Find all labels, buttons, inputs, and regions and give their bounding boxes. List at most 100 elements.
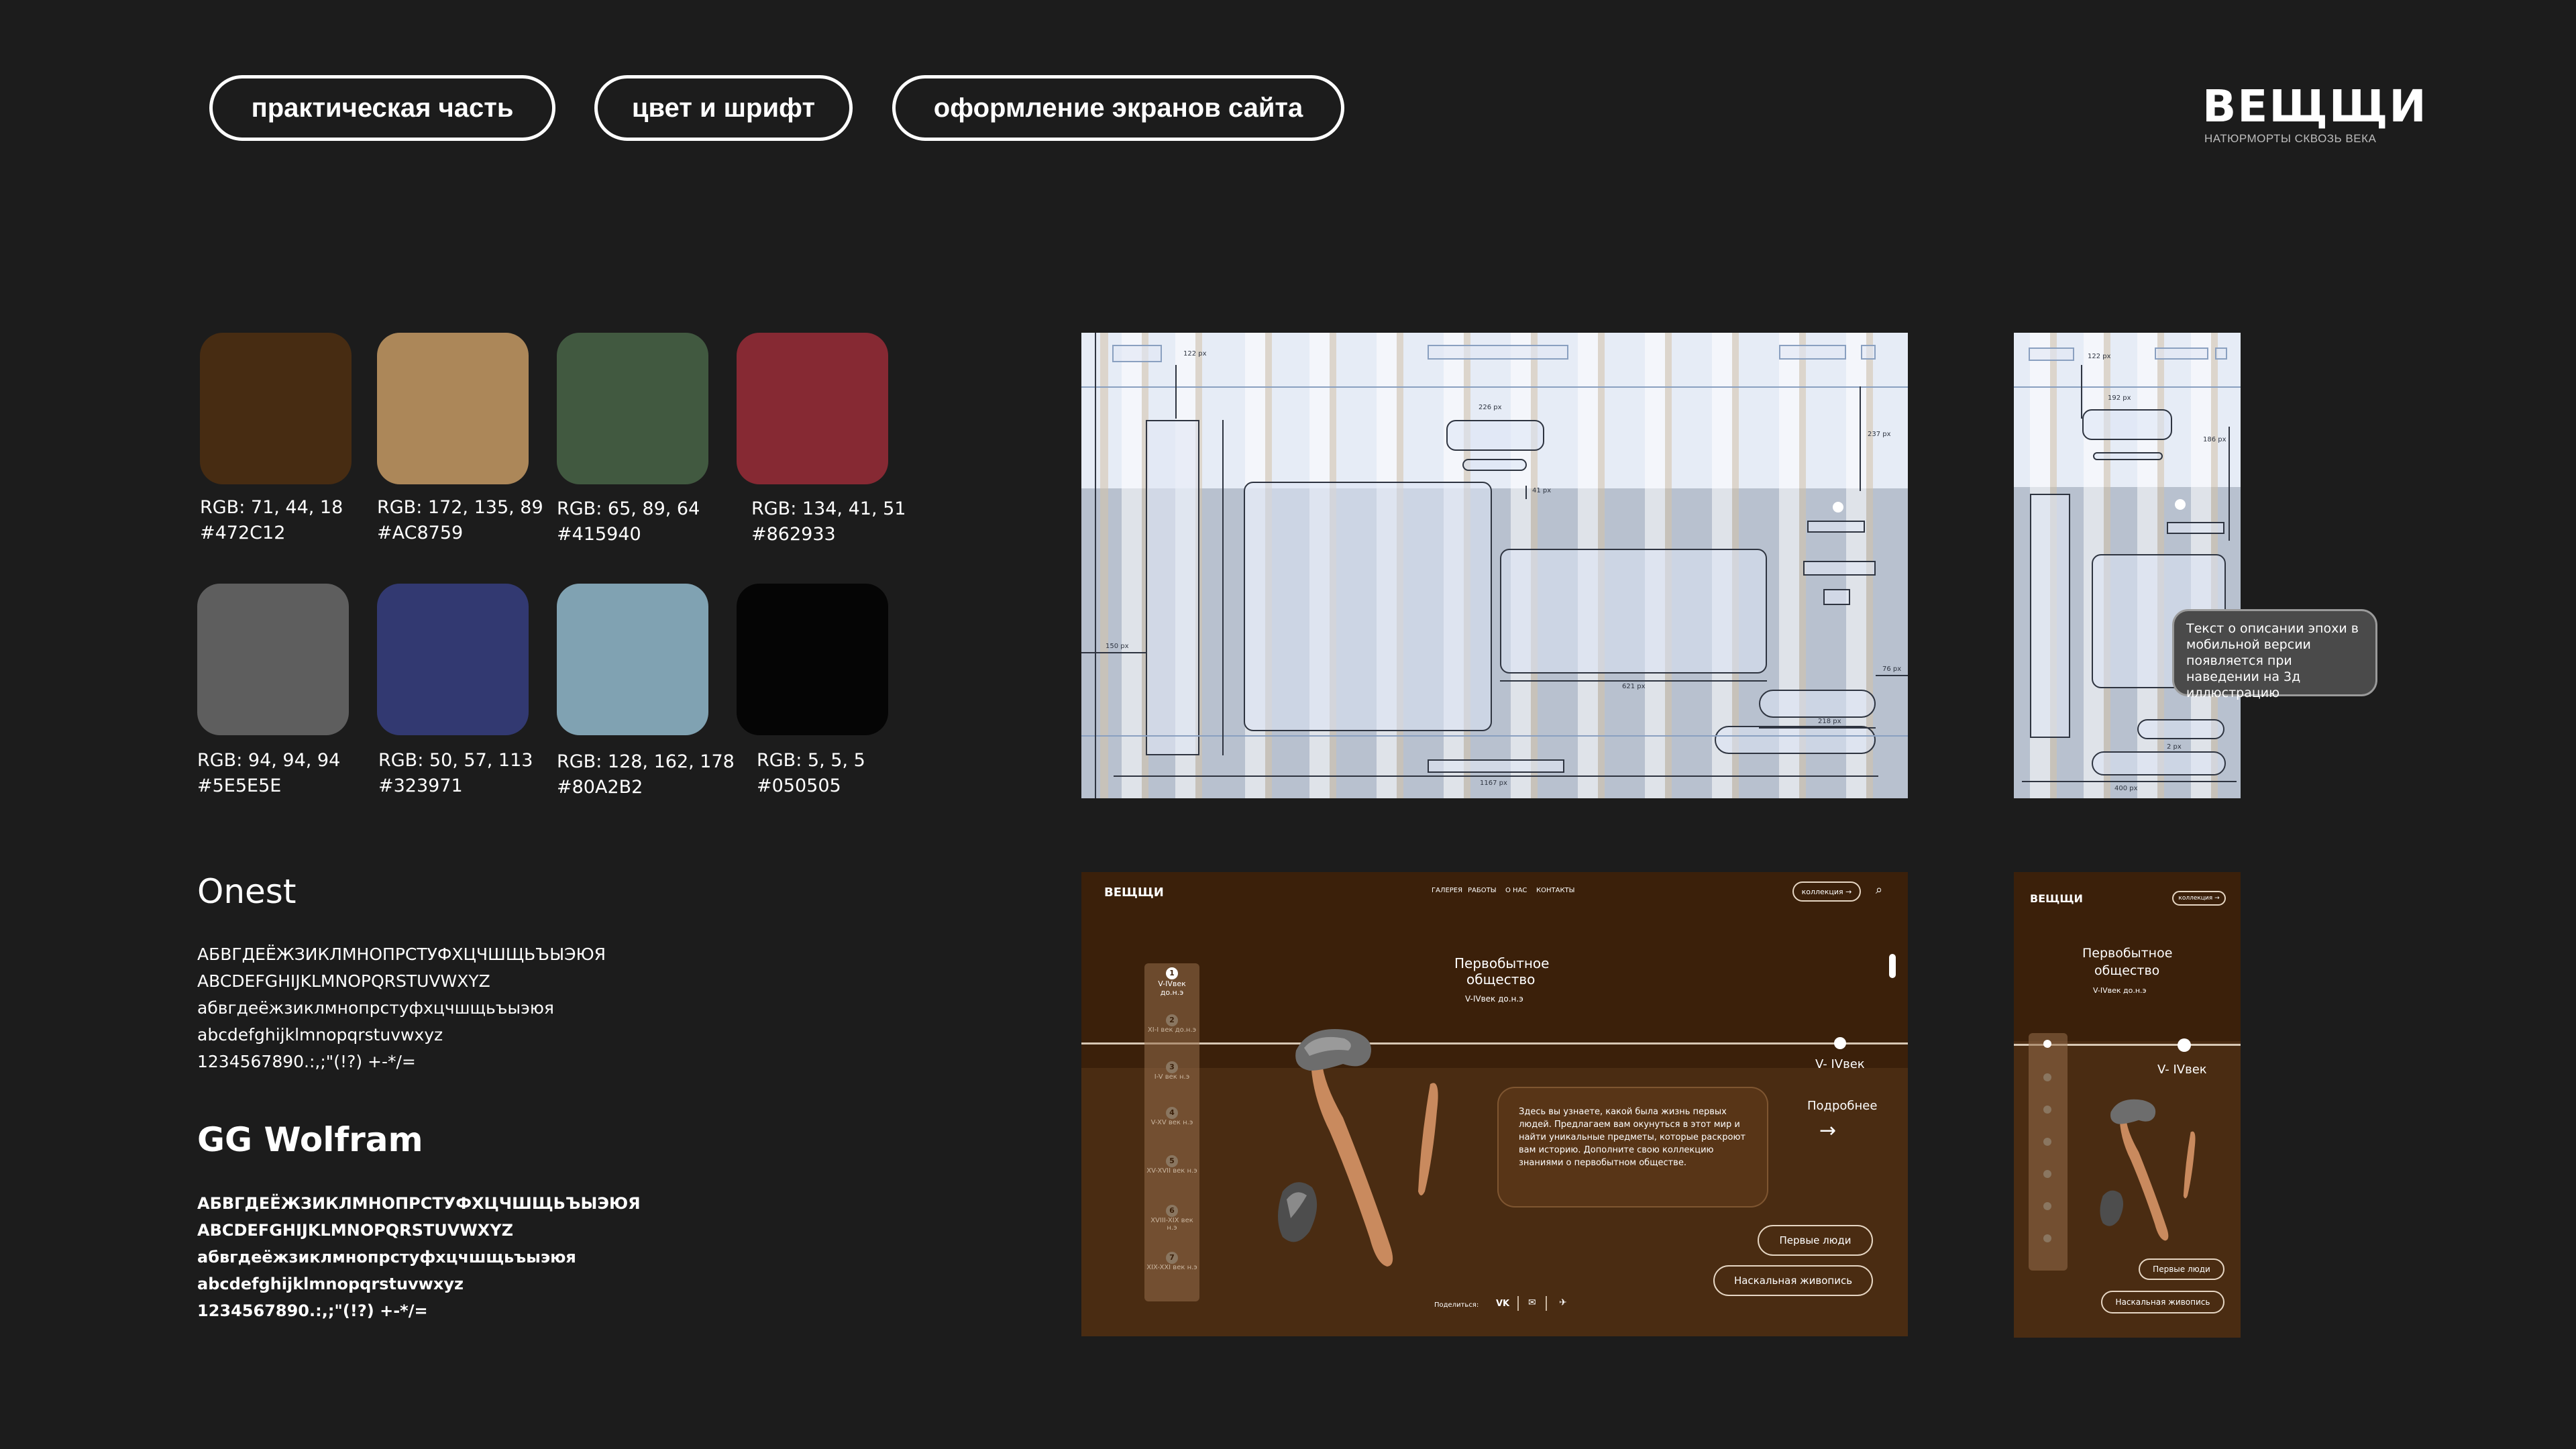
cave-painting-button[interactable]: Наскальная живопись bbox=[1713, 1265, 1873, 1296]
stone-axe-illustration[interactable] bbox=[1269, 1024, 1470, 1305]
dimension-label: 400 px bbox=[2114, 785, 2138, 792]
share-label: Поделиться: bbox=[1434, 1301, 1479, 1309]
mockup-mobile: ВЕЩЩИ коллекция → Первобытное общество V… bbox=[2014, 872, 2241, 1338]
timeline-label: V- IVвек bbox=[2157, 1063, 2207, 1077]
timeline-line bbox=[1081, 1042, 1908, 1044]
swatch-label: RGB: 94, 94, 94 #5E5E5E bbox=[197, 750, 341, 796]
font-sample: АБВГДЕЁЖЗИКЛМНОПРСТУФХЦЧШЩЬЪЫЭЮЯ bbox=[197, 945, 606, 964]
swatch-red bbox=[737, 333, 888, 484]
mockup-menu-gallery[interactable]: ГАЛЕРЕЯ bbox=[1432, 887, 1462, 894]
cave-painting-button[interactable]: Наскальная живопись bbox=[2101, 1291, 2224, 1313]
era-label: XIX-XXI век н.э bbox=[1146, 1264, 1197, 1271]
era-number: 4 bbox=[1166, 1107, 1178, 1119]
scroll-indicator[interactable] bbox=[1889, 954, 1896, 978]
wireframe-mobile: 122 px 192 px 186 px 2 px 400 px bbox=[2014, 333, 2241, 798]
timeline-marker[interactable] bbox=[2178, 1038, 2191, 1052]
era-dot[interactable] bbox=[2043, 1234, 2051, 1242]
wireframe-title-box bbox=[1446, 420, 1544, 451]
font-sample: абвгдеёжзиклмнопрстуфхцчшщьъыэюя bbox=[197, 1248, 576, 1267]
wireframe-button-block bbox=[2155, 347, 2208, 360]
font-name-gg-wolfram: GG Wolfram bbox=[197, 1120, 423, 1159]
wireframe-logo-block bbox=[2029, 347, 2074, 361]
era-dot[interactable] bbox=[2043, 1202, 2051, 1210]
era-item[interactable]: 6 XVIII-XIX век н.э bbox=[1146, 1205, 1198, 1232]
era-dot[interactable] bbox=[2043, 1040, 2051, 1048]
arrow-right-icon[interactable]: → bbox=[1819, 1119, 1836, 1142]
swatch-tan bbox=[377, 333, 529, 484]
era-item[interactable]: 5 XV-XVII век н.э bbox=[1146, 1155, 1198, 1175]
mockup-menu-about[interactable]: О НАС bbox=[1505, 887, 1527, 894]
tab-site-screens[interactable]: оформление экранов сайта bbox=[892, 75, 1344, 141]
tab-practical-part[interactable]: практическая часть bbox=[209, 75, 555, 141]
era-description: Здесь вы узнаете, какой была жизнь первы… bbox=[1519, 1107, 1746, 1168]
dimension-label: 41 px bbox=[1532, 487, 1552, 494]
divider bbox=[1517, 1296, 1519, 1311]
era-item[interactable]: 7 XIX-XXI век н.э bbox=[1146, 1252, 1198, 1271]
dimension-label: 226 px bbox=[1479, 404, 1502, 411]
tab-label: практическая часть bbox=[251, 93, 514, 123]
era-dot[interactable] bbox=[2043, 1170, 2051, 1178]
mockup-collection-button[interactable]: коллекция → bbox=[2172, 891, 2226, 906]
mockup-logo[interactable]: ВЕЩЩИ bbox=[1104, 885, 1164, 900]
dimension-label: 621 px bbox=[1622, 683, 1646, 690]
era-number: 6 bbox=[1166, 1205, 1178, 1217]
mockup-collection-button[interactable]: коллекция → bbox=[1792, 881, 1861, 902]
dimension-label: 218 px bbox=[1818, 718, 1841, 725]
wireframe-subtitle-box bbox=[2093, 452, 2163, 460]
mockup-menu-contacts[interactable]: КОНТАКТЫ bbox=[1536, 887, 1574, 894]
dimension-label: 186 px bbox=[2203, 436, 2226, 443]
dimension-label: 192 px bbox=[2108, 394, 2131, 402]
era-label: V-IVвек до.н.э bbox=[1158, 979, 1186, 997]
swatch-light-blue bbox=[557, 584, 708, 735]
swatch-green bbox=[557, 333, 708, 484]
vk-icon[interactable]: VK bbox=[1496, 1299, 1509, 1309]
swatch-label: RGB: 172, 135, 89 #AC8759 bbox=[377, 497, 543, 543]
era-number: 5 bbox=[1166, 1155, 1178, 1167]
mockup-era-title-line2: общество bbox=[1466, 971, 1536, 987]
dimension-label: 76 px bbox=[1882, 665, 1902, 673]
wireframe-button-box bbox=[2137, 719, 2224, 739]
more-link[interactable]: Подробнее bbox=[1807, 1099, 1877, 1113]
font-sample: abcdefghijklmnopqrstuvwxyz bbox=[197, 1275, 464, 1293]
dimension-label: 150 px bbox=[1106, 643, 1129, 650]
mockup-desktop: ВЕЩЩИ ГАЛЕРЕЯ РАБОТЫ О НАС КОНТАКТЫ колл… bbox=[1081, 872, 1908, 1336]
mockup-logo[interactable]: ВЕЩЩИ bbox=[2030, 892, 2083, 905]
era-item[interactable]: 4 V-XV век н.э bbox=[1146, 1107, 1198, 1126]
first-people-button[interactable]: Первые люди bbox=[2139, 1258, 2224, 1280]
swatch-indigo bbox=[377, 584, 529, 735]
wireframe-search-block bbox=[2215, 347, 2227, 360]
era-number: 1 bbox=[1166, 967, 1178, 979]
era-item[interactable]: 1 V-IVвек до.н.э bbox=[1146, 967, 1198, 997]
timeline-marker[interactable] bbox=[1834, 1037, 1846, 1049]
era-dot[interactable] bbox=[2043, 1073, 2051, 1081]
font-sample: abcdefghijklmnopqrstuvwxyz bbox=[197, 1025, 443, 1044]
era-dot[interactable] bbox=[2043, 1106, 2051, 1114]
divider bbox=[1546, 1296, 1547, 1311]
swatch-label: RGB: 65, 89, 64 #415940 bbox=[557, 498, 700, 545]
tab-color-and-font[interactable]: цвет и шрифт bbox=[594, 75, 853, 141]
era-label: V-XV век н.э bbox=[1150, 1119, 1193, 1126]
stone-axe-illustration[interactable] bbox=[2094, 1096, 2215, 1264]
mockup-era-title-line2: общество bbox=[2094, 963, 2160, 978]
wireframe-menu-block bbox=[1428, 345, 1568, 360]
era-label: XVIII-XIX век н.э bbox=[1150, 1217, 1193, 1232]
wireframe-text-card bbox=[1500, 549, 1767, 674]
era-dot[interactable] bbox=[2043, 1138, 2051, 1146]
era-item[interactable]: 3 I-V век н.э bbox=[1146, 1061, 1198, 1081]
telegram-icon[interactable]: ✈ bbox=[1559, 1297, 1567, 1308]
wireframe-timeline-box bbox=[2030, 494, 2070, 738]
era-description-card: Здесь вы узнаете, какой была жизнь первы… bbox=[1497, 1087, 1768, 1208]
tab-label: оформление экранов сайта bbox=[933, 93, 1303, 123]
mail-icon[interactable]: ✉ bbox=[1528, 1297, 1536, 1308]
mockup-era-title-line1: Первобытное bbox=[1454, 955, 1550, 971]
arrow-right-icon: → bbox=[1843, 887, 1852, 896]
era-label: XI-I век до.н.э bbox=[1147, 1026, 1197, 1034]
swatch-black bbox=[737, 584, 888, 735]
tab-label: цвет и шрифт bbox=[631, 93, 816, 123]
wireframe-more-link bbox=[1807, 521, 1865, 533]
search-icon[interactable]: ⌕ bbox=[1876, 883, 1882, 897]
era-item[interactable]: 2 XI-I век до.н.э bbox=[1146, 1014, 1198, 1034]
dimension-label: 122 px bbox=[2088, 353, 2111, 360]
mockup-menu-works[interactable]: РАБОТЫ bbox=[1468, 887, 1497, 894]
first-people-button[interactable]: Первые люди bbox=[1758, 1225, 1873, 1256]
